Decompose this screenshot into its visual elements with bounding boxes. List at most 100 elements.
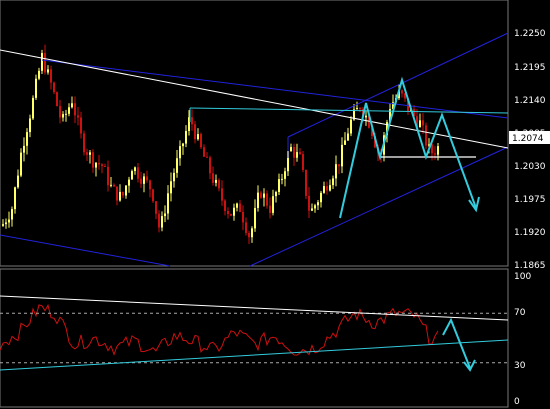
candle-body — [347, 133, 349, 141]
candle-body — [419, 120, 421, 128]
candle-body — [113, 184, 115, 187]
candle-body — [284, 171, 286, 179]
candle-body — [194, 124, 196, 140]
pattern-projection — [339, 76, 477, 219]
candle-body — [272, 196, 274, 213]
oscillator-support — [0, 339, 509, 371]
candle-body — [422, 120, 424, 126]
candle-body — [326, 186, 328, 191]
candle-body — [14, 187, 16, 210]
candle-body — [152, 189, 154, 202]
candle-body — [239, 203, 241, 212]
candle-body — [275, 192, 277, 197]
candle-body — [185, 130, 187, 144]
candle-body — [293, 147, 295, 158]
candle-body — [170, 181, 172, 194]
candle-body — [221, 188, 223, 201]
osc-tick-label: 70 — [514, 308, 526, 318]
candle-body — [98, 162, 100, 165]
candle-body — [212, 173, 214, 183]
candle-body — [269, 205, 271, 213]
candle-body — [209, 157, 211, 174]
candle-body — [95, 162, 97, 168]
candle-body — [104, 166, 106, 168]
candle-body — [266, 193, 268, 206]
candle-body — [290, 147, 292, 152]
candle-body — [62, 114, 64, 118]
candle-body — [47, 69, 49, 73]
candle-body — [257, 192, 259, 208]
candle-body — [332, 178, 334, 186]
candle-body — [200, 134, 202, 148]
oscillator-axis: 100 70 30 0 — [514, 272, 531, 407]
candle-body — [350, 119, 352, 134]
candle-body — [224, 200, 226, 211]
candle-body — [77, 115, 79, 118]
candle-body — [248, 232, 250, 238]
neckline-upper — [189, 107, 509, 114]
candle-body — [125, 185, 127, 196]
candle-body — [233, 207, 235, 216]
candle-body — [329, 185, 331, 191]
price-panel — [0, 32, 509, 267]
candle-body — [11, 209, 13, 220]
candle-body — [29, 118, 31, 133]
oscillator-panel-frame — [0, 268, 509, 408]
candle-body — [56, 92, 58, 107]
current-price-tag: 1.2074 — [509, 131, 550, 144]
candle-body — [236, 203, 238, 208]
candle-body — [134, 167, 136, 172]
candle-body — [242, 211, 244, 223]
candle-body — [32, 97, 34, 119]
candle-body — [89, 152, 91, 155]
candle-body — [5, 222, 7, 225]
candle-body — [260, 192, 262, 198]
candle-body — [335, 164, 337, 179]
candle-body — [110, 184, 112, 186]
price-tick-label: 1.1865 — [514, 261, 546, 271]
candle-body — [278, 179, 280, 193]
candle-body — [314, 205, 316, 209]
candle-body — [176, 158, 178, 173]
candle-body — [86, 152, 88, 155]
chart-canvas: 1.2250 1.2195 1.2140 1.2085 1.2030 1.197… — [0, 0, 550, 408]
candle-body — [119, 191, 121, 201]
candle-body — [92, 152, 94, 168]
candle-body — [80, 117, 82, 134]
long-trendline — [0, 49, 509, 149]
oscillator-panel — [0, 295, 509, 372]
candle-body — [26, 132, 28, 146]
candle-body — [206, 156, 208, 158]
candle-body — [146, 176, 148, 181]
candle-body — [311, 208, 313, 211]
candle-body — [71, 103, 73, 108]
candle-body — [137, 167, 139, 179]
candle-body — [338, 164, 340, 167]
oscillator-resistance — [0, 295, 509, 321]
downtrend-channel-bottom — [0, 234, 171, 267]
candle-body — [173, 172, 175, 182]
candle-body — [359, 107, 361, 110]
candles — [2, 44, 439, 244]
candle-body — [35, 78, 37, 98]
price-axis: 1.2250 1.2195 1.2140 1.2085 1.2030 1.197… — [514, 29, 546, 271]
candle-body — [8, 219, 10, 223]
candle-body — [149, 180, 151, 190]
price-chart-window: 1.2250 1.2195 1.2140 1.2085 1.2030 1.197… — [0, 0, 550, 409]
price-tick-label: 1.2195 — [514, 63, 546, 73]
candle-body — [296, 152, 298, 158]
uptrend-channel-top — [287, 32, 509, 138]
candle-body — [230, 213, 232, 216]
candle-body — [341, 144, 343, 167]
candle-body — [317, 202, 319, 206]
candle-body — [59, 106, 61, 118]
osc-tick-label: 30 — [514, 361, 526, 371]
price-tick-label: 1.2140 — [514, 96, 546, 106]
candle-body — [434, 153, 436, 155]
candle-body — [23, 145, 25, 153]
candle-body — [164, 213, 166, 217]
candle-body — [116, 186, 118, 201]
candle-body — [437, 146, 439, 155]
candle-body — [302, 154, 304, 170]
candle-body — [20, 152, 22, 176]
